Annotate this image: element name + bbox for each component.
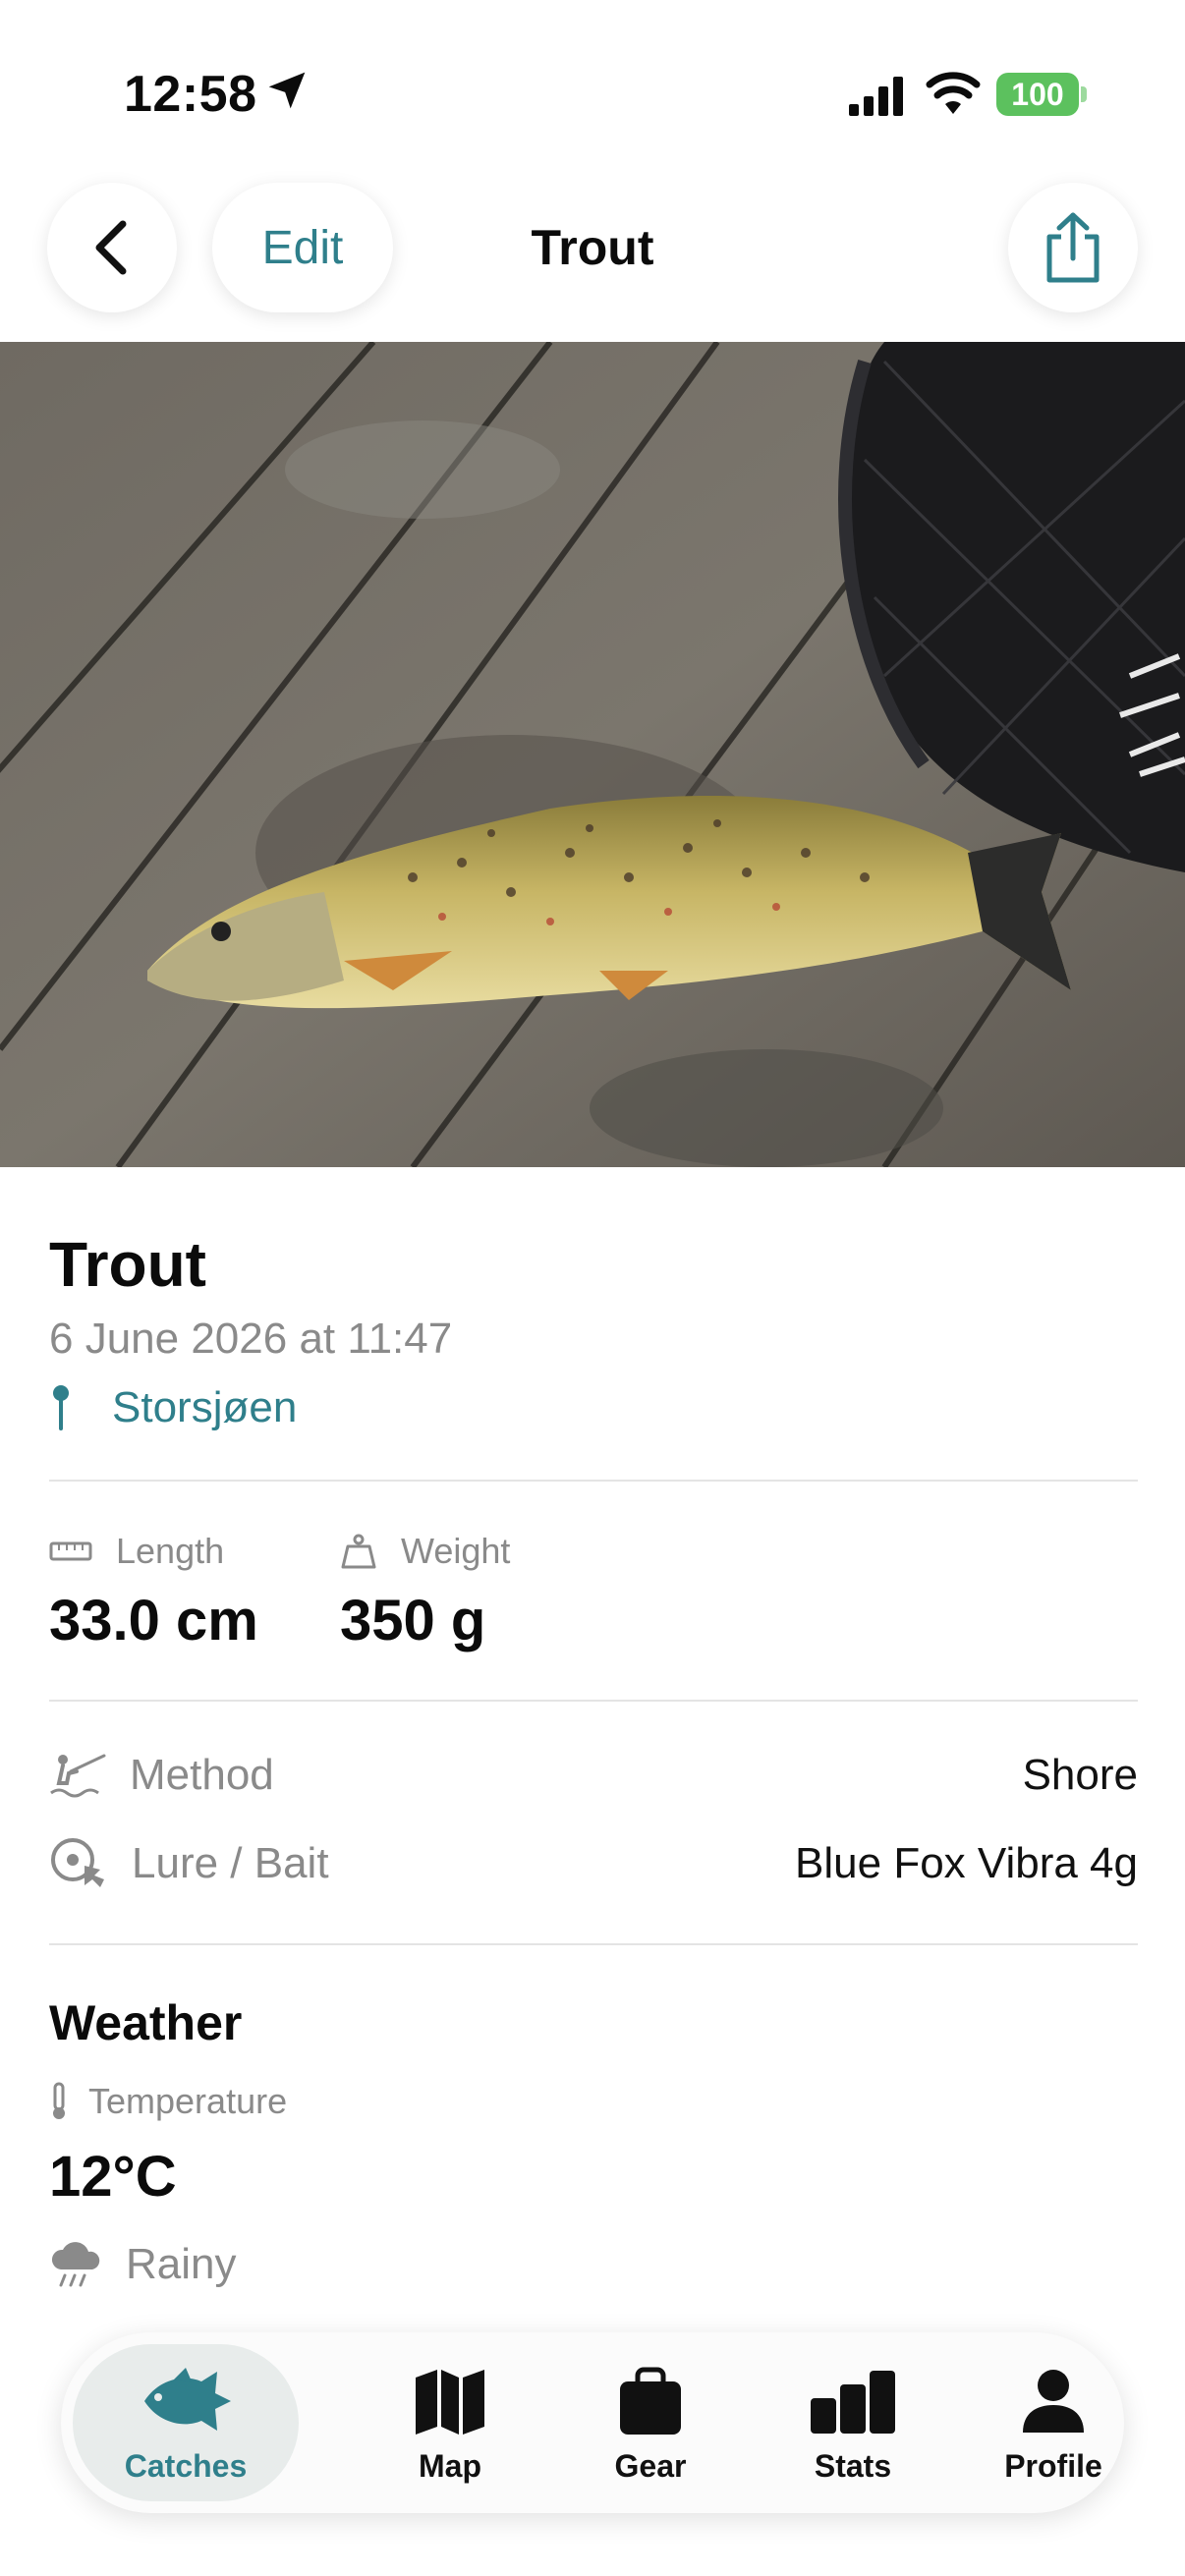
tab-label: Stats (814, 2447, 892, 2484)
temperature-label-row: Temperature (49, 2081, 287, 2122)
tab-catches[interactable]: Catches (73, 2344, 299, 2501)
weather-condition-row: Rainy (49, 2240, 237, 2289)
catch-photo[interactable] (0, 342, 1185, 1167)
fish-icon (144, 2367, 231, 2431)
tab-gear[interactable]: Gear (550, 2344, 751, 2501)
catch-datetime: 6 June 2026 at 11:47 (49, 1315, 453, 1363)
length-label-row: Length (49, 1531, 224, 1572)
method-value: Shore (1022, 1751, 1138, 1799)
fisherman-icon (50, 1754, 106, 1798)
weight-value: 350 g (340, 1589, 486, 1652)
location-link[interactable]: Storsjøen (49, 1378, 297, 1437)
weather-condition: Rainy (126, 2240, 237, 2288)
share-icon (1046, 212, 1100, 283)
person-icon (1023, 2369, 1084, 2433)
length-label: Length (116, 1531, 225, 1571)
lure-row: Lure / Bait Blue Fox Vibra 4g (49, 1829, 1138, 1898)
divider (49, 1943, 1138, 1945)
ruler-icon (49, 1541, 92, 1561)
edit-button[interactable]: Edit (212, 183, 393, 312)
temperature-label: Temperature (88, 2081, 288, 2121)
tab-label: Catches (124, 2447, 248, 2484)
weather-heading: Weather (49, 1995, 243, 2050)
tab-label: Profile (1004, 2447, 1102, 2484)
bars-icon (811, 2370, 895, 2434)
divider (49, 1480, 1138, 1482)
method-label: Method (130, 1751, 274, 1799)
weight-icon (341, 1534, 376, 1569)
divider (49, 1700, 1138, 1702)
tab-bar: Catches Map Gear Stats Profile (61, 2332, 1124, 2513)
location-arrow-icon (268, 72, 306, 109)
tab-stats[interactable]: Stats (753, 2344, 953, 2501)
battery-indicator: 100 (996, 73, 1079, 116)
cellular-signal-icon (849, 77, 903, 116)
length-value: 33.0 cm (49, 1589, 258, 1652)
tab-label: Gear (614, 2447, 687, 2484)
status-bar: 12:58 100 (0, 0, 1185, 187)
tab-map[interactable]: Map (350, 2344, 550, 2501)
thermometer-icon (53, 2082, 65, 2119)
species-title: Trout (49, 1229, 206, 1300)
location-label: Storsjøen (112, 1383, 298, 1431)
navigation-bar: Edit Trout (0, 183, 1185, 340)
tab-profile[interactable]: Profile (953, 2344, 1154, 2501)
method-row: Method Shore (49, 1741, 1138, 1810)
lure-label: Lure / Bait (132, 1839, 329, 1887)
lure-icon (51, 1838, 104, 1887)
weight-label-row: Weight (340, 1531, 510, 1572)
location-pin-icon (53, 1385, 69, 1430)
chevron-left-icon (95, 220, 127, 275)
lure-value: Blue Fox Vibra 4g (795, 1839, 1138, 1887)
tab-label: Map (419, 2447, 481, 2484)
share-button[interactable] (1008, 183, 1138, 312)
clock: 12:58 (124, 66, 257, 123)
weight-label: Weight (401, 1531, 511, 1571)
temperature-value: 12°C (49, 2145, 177, 2209)
bag-icon (620, 2367, 681, 2435)
battery-tip (1081, 86, 1087, 102)
catch-photo-image (0, 342, 1185, 1167)
back-button[interactable] (47, 183, 177, 312)
wifi-icon (926, 72, 981, 114)
map-icon (416, 2369, 484, 2435)
rain-cloud-icon (51, 2242, 100, 2287)
nav-title: Trout (531, 220, 654, 275)
